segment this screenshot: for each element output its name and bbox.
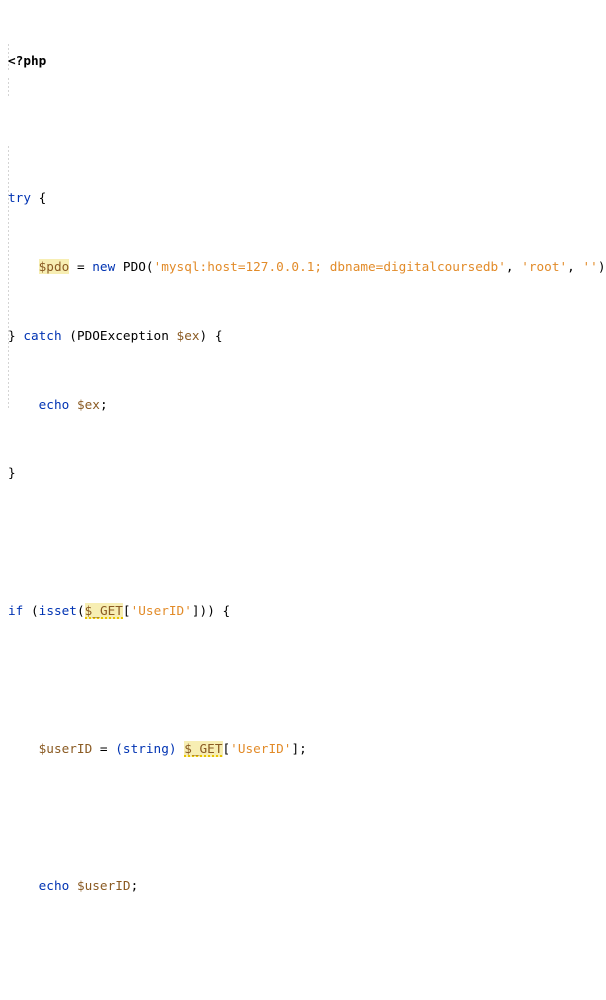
punctuation: ])) {	[191, 602, 231, 618]
code-line-blank[interactable]	[0, 533, 606, 550]
variable-ex[interactable]: $ex	[177, 328, 200, 343]
punctuation: }	[8, 327, 24, 343]
code-line-blank[interactable]	[0, 998, 606, 1000]
punctuation: ;	[99, 396, 108, 412]
keyword-if: if	[8, 602, 24, 618]
punctuation: ) {	[199, 327, 223, 343]
keyword-try: try	[8, 190, 31, 206]
function-isset: isset	[38, 602, 77, 618]
code-line[interactable]: $userID = (string) $_GET['UserID'];	[0, 740, 606, 757]
punctuation: ;	[130, 878, 139, 894]
code-line[interactable]: echo $ex;	[0, 396, 606, 413]
string-db-password: ''	[582, 259, 598, 274]
variable-pdo-tainted[interactable]: $pdo	[38, 259, 70, 274]
php-open-tag: <?php	[8, 52, 47, 68]
punctuation: ,	[505, 259, 522, 274]
code-line[interactable]: } catch (PDOException $ex) {	[0, 327, 606, 344]
code-line[interactable]: }	[0, 464, 606, 481]
keyword-new: new	[92, 259, 116, 274]
punctuation: ,	[567, 259, 583, 274]
string-db-user: 'root'	[521, 259, 568, 274]
string-dsn: 'mysql:host=127.0.0.1; dbname=digitalcou…	[153, 259, 506, 274]
code-line-blank[interactable]	[0, 120, 606, 137]
operator: =	[92, 740, 116, 756]
punctuation: {	[30, 190, 47, 206]
superglobal-get-tainted[interactable]: $_GET	[84, 602, 123, 619]
punctuation: (	[76, 602, 85, 618]
punctuation: (	[23, 602, 39, 618]
variable-userid[interactable]: $userID	[39, 741, 93, 756]
code-line-blank[interactable]	[0, 671, 606, 688]
punctuation: );	[597, 259, 606, 274]
class-pdo: PDO	[122, 259, 146, 274]
variable-userid[interactable]: $userID	[77, 878, 131, 893]
punctuation: (	[145, 259, 154, 274]
punctuation: [	[122, 602, 131, 618]
keyword-echo: echo	[38, 878, 70, 894]
code-line[interactable]: try {	[0, 189, 606, 206]
operator: =	[69, 259, 93, 274]
code-line[interactable]: $pdo = new PDO('mysql:host=127.0.0.1; db…	[0, 258, 606, 275]
superglobal-get-tainted[interactable]: $_GET	[184, 740, 223, 757]
punctuation: }	[8, 465, 16, 481]
code-editor-pane[interactable]: <?php try { $pdo = new PDO('mysql:host=1…	[0, 0, 606, 893]
class-pdo-exception: PDOException	[76, 327, 169, 343]
code-line-blank[interactable]	[0, 808, 606, 825]
code-line[interactable]: <?php	[0, 52, 606, 69]
cast-string: (string)	[115, 740, 177, 756]
code-line[interactable]: echo $userID;	[0, 877, 606, 894]
code-line[interactable]: if (isset($_GET['UserID'])) {	[0, 602, 606, 619]
keyword-catch: catch	[23, 327, 62, 343]
string-userid-key: 'UserID'	[230, 740, 292, 756]
variable-ex[interactable]: $ex	[77, 397, 100, 412]
string-userid-key: 'UserID'	[130, 602, 192, 618]
punctuation: [	[222, 740, 231, 756]
code-block[interactable]: <?php try { $pdo = new PDO('mysql:host=1…	[0, 0, 606, 1000]
punctuation: ];	[291, 740, 307, 756]
punctuation: (	[61, 327, 77, 343]
keyword-echo: echo	[38, 396, 70, 412]
code-line-blank[interactable]	[0, 946, 606, 963]
